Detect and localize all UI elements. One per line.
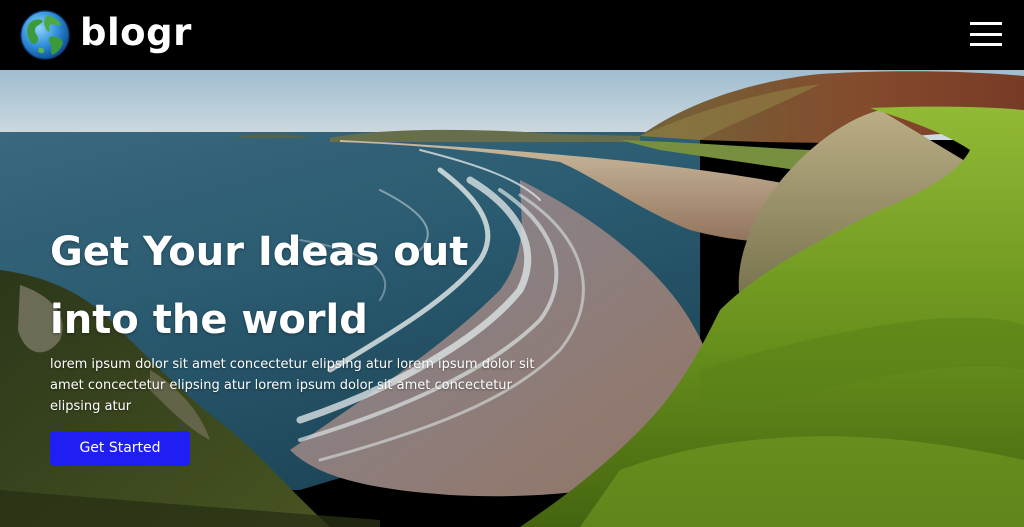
hero-title: Get Your Ideas out into the world bbox=[50, 229, 469, 343]
navbar: blogr bbox=[0, 0, 1024, 70]
hero-description: lorem ipsum dolor sit amet concectetur e… bbox=[50, 357, 535, 414]
hamburger-menu-icon[interactable] bbox=[970, 20, 1002, 48]
brand-name: blogr bbox=[80, 11, 192, 54]
menu-bar bbox=[970, 32, 1002, 36]
get-started-button[interactable]: Get Started bbox=[50, 431, 190, 466]
hero-content: Get Your Ideas out into the world lorem … bbox=[50, 218, 610, 466]
globe-icon bbox=[20, 10, 70, 60]
menu-bar bbox=[970, 43, 1002, 46]
hero-section: Get Your Ideas out into the world lorem … bbox=[0, 70, 1024, 527]
brand-link[interactable]: blogr bbox=[20, 10, 192, 60]
menu-bar bbox=[970, 22, 1002, 25]
